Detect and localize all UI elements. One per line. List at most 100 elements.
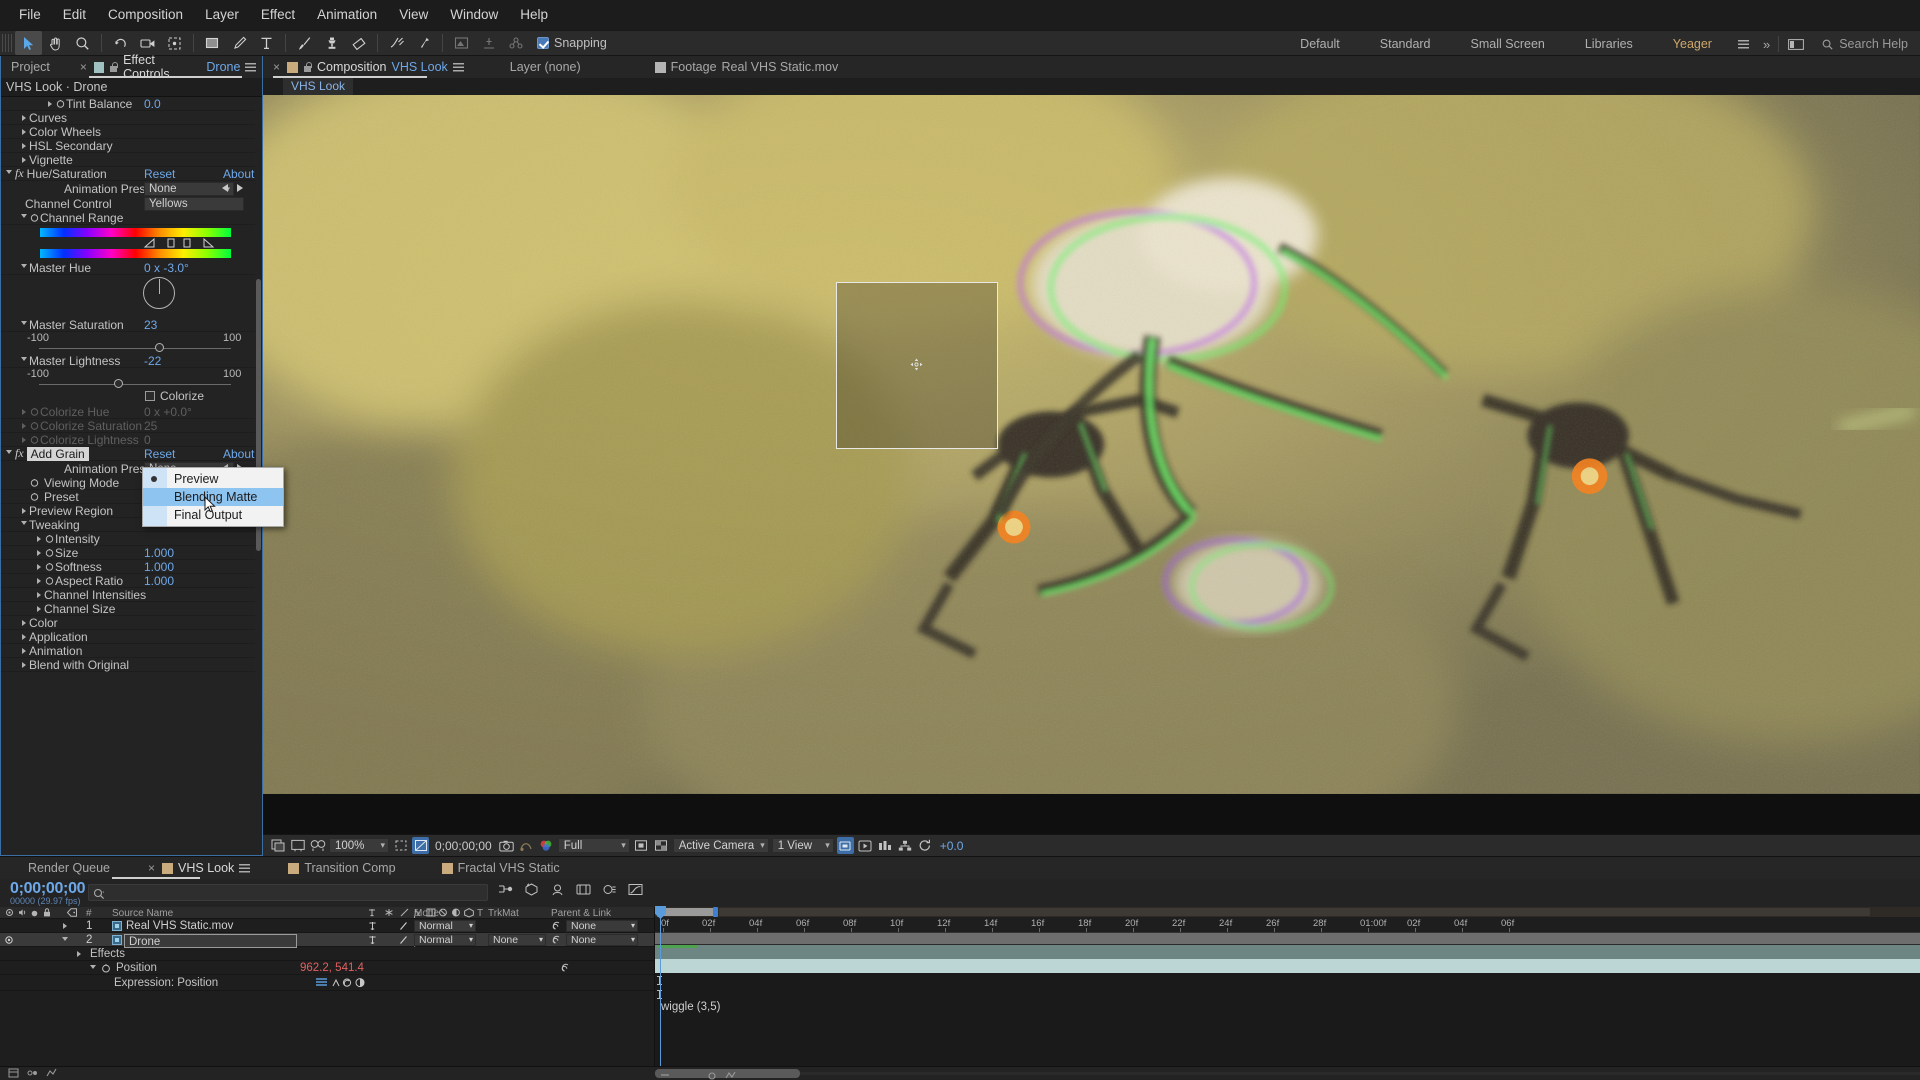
trkmat-dropdown[interactable]: None ▾ (488, 934, 546, 946)
menu-item-preview[interactable]: Preview (143, 470, 283, 488)
reset-link[interactable]: Reset (144, 167, 175, 181)
parent-dropdown[interactable]: None ▾ (566, 934, 638, 946)
tab-transition-comp[interactable]: Transition Comp (282, 857, 401, 879)
property-value[interactable]: 1.000 (144, 546, 174, 560)
selection-tool[interactable] (15, 31, 42, 55)
list-item[interactable]: Position 962.2, 541.4 (0, 961, 654, 975)
clip-bar[interactable] (655, 959, 1920, 973)
twirl-icon[interactable] (88, 961, 98, 975)
work-area-bar[interactable] (655, 907, 1920, 917)
property-size[interactable]: Size 1.000 (1, 546, 255, 560)
reset-link[interactable]: Reset (144, 447, 175, 461)
expression-editor-row[interactable]: wiggle (3,5) (655, 1001, 1920, 1015)
track-row-layer-2[interactable] (655, 959, 1920, 973)
panel-menu-icon[interactable] (452, 62, 464, 72)
channel-range-handles[interactable] (40, 238, 231, 248)
in-view-range[interactable] (659, 908, 715, 916)
twirl-icon[interactable] (34, 591, 44, 598)
shape-tool[interactable] (199, 31, 226, 55)
composition-viewer[interactable] (263, 95, 1920, 834)
layer-parent-dropdown[interactable]: None ▾ (566, 934, 638, 948)
stopwatch-icon[interactable] (44, 534, 55, 543)
close-icon[interactable]: × (148, 861, 157, 875)
menu-item-edit[interactable]: Edit (52, 0, 97, 30)
twirl-icon[interactable] (34, 549, 44, 556)
clip-bar[interactable] (655, 945, 1920, 959)
col-number[interactable]: # (86, 908, 92, 919)
twirl-icon[interactable] (45, 100, 55, 107)
close-icon[interactable]: × (273, 60, 282, 74)
tab-vhs-look[interactable]: × VHS Look (142, 857, 256, 879)
layer-mode-dropdown[interactable]: Normal ▾ (414, 934, 476, 948)
menu-item-blending-matte[interactable]: Blending Matte (143, 488, 283, 506)
pan-behind-tool[interactable] (161, 31, 188, 55)
clone-stamp-tool[interactable] (318, 31, 345, 55)
search-help[interactable]: Search Help (1812, 37, 1920, 51)
property-channel-size[interactable]: Channel Size (1, 602, 255, 616)
property-softness[interactable]: Softness 1.000 (1, 560, 255, 574)
property-hsl-secondary[interactable]: HSL Secondary (1, 139, 255, 153)
expression-toggles[interactable] (316, 977, 368, 992)
layer-twirl-icon[interactable] (60, 919, 70, 933)
toolbar-grip[interactable] (2, 34, 12, 52)
breadcrumb-vhs-look[interactable]: VHS Look (283, 78, 354, 95)
work-area-end-handle[interactable] (713, 907, 718, 917)
layer-twirl-icon[interactable] (60, 933, 70, 947)
property-color-wheels[interactable]: Color Wheels (1, 125, 255, 139)
property-tint-balance[interactable]: Tint Balance 0.0 (1, 97, 255, 111)
layer-name[interactable]: Real VHS Static.mov (126, 919, 233, 933)
puppet-pin-tool[interactable] (410, 31, 437, 55)
property-channel-intensities[interactable]: Channel Intensities (1, 588, 255, 602)
resolution-dropdown[interactable]: Full ▾ (557, 838, 630, 853)
twirl-icon[interactable] (60, 933, 70, 947)
tab-composition[interactable]: × Composition VHS Look (263, 56, 470, 78)
property-intensity[interactable]: Intensity (1, 532, 255, 546)
twirl-icon[interactable] (19, 128, 29, 135)
lock-icon[interactable] (303, 61, 312, 73)
twirl-icon[interactable] (19, 521, 29, 528)
slider-knob[interactable] (155, 343, 164, 352)
workspace-layout-icon[interactable] (1787, 36, 1804, 53)
fast-previews-icon[interactable] (857, 837, 874, 854)
stopwatch-icon[interactable] (55, 99, 66, 108)
zoom-tool[interactable] (69, 31, 96, 55)
property-value[interactable]: 0 x -3.0° (144, 261, 189, 275)
twirl-icon[interactable] (34, 605, 44, 612)
twirl-icon[interactable] (19, 647, 29, 654)
workspace-small-screen[interactable]: Small Screen (1451, 31, 1565, 57)
property-channel-range[interactable]: Channel Range (1, 211, 255, 225)
mode-dropdown[interactable]: Normal ▾ (414, 934, 476, 946)
toggle-switches-modes-button[interactable] (27, 1066, 38, 1080)
toggle-grid-guides-icon[interactable] (412, 837, 429, 854)
zoom-in-icon[interactable] (725, 1068, 736, 1080)
workspace-default[interactable]: Default (1280, 31, 1360, 57)
exposure-value[interactable]: +0.0 (937, 839, 967, 853)
mode-dropdown[interactable]: Normal ▾ (414, 920, 476, 932)
col-source-name[interactable]: Source Name (112, 908, 173, 919)
twirl-icon[interactable] (19, 114, 29, 121)
toggle-transparency-grid-icon[interactable] (269, 837, 286, 854)
stopwatch-icon[interactable] (44, 576, 55, 585)
property-color[interactable]: Color (1, 616, 255, 630)
twirl-icon[interactable] (19, 357, 29, 364)
twirl-icon[interactable] (19, 633, 29, 640)
tab-render-queue[interactable]: Render Queue (0, 857, 116, 879)
zoom-out-icon[interactable] (660, 1068, 670, 1080)
toggle-masks-icon[interactable] (309, 837, 326, 854)
anchor-point-icon[interactable] (910, 358, 923, 371)
colorize-checkbox[interactable] (145, 391, 155, 401)
composition-mini-flowchart-icon[interactable] (498, 883, 513, 899)
effect-add-grain[interactable]: fx Add Grain Reset About (1, 446, 255, 461)
snapping-checkbox[interactable] (537, 37, 549, 49)
menu-item-composition[interactable]: Composition (97, 0, 194, 30)
workspace-user[interactable]: Yeager (1653, 31, 1732, 57)
stopwatch-icon[interactable] (44, 562, 55, 571)
property-aspect-ratio[interactable]: Aspect Ratio 1.000 (1, 574, 255, 588)
current-time[interactable]: 0;00;00;00 (0, 880, 86, 896)
twirl-icon[interactable] (4, 170, 14, 177)
position-value[interactable]: 962.2, 541.4 (300, 961, 364, 975)
twirl-icon[interactable] (74, 947, 84, 961)
layer-name-input[interactable]: Drone (124, 934, 297, 948)
channel-range-widget[interactable] (1, 225, 255, 261)
menu-item-layer[interactable]: Layer (194, 0, 250, 30)
